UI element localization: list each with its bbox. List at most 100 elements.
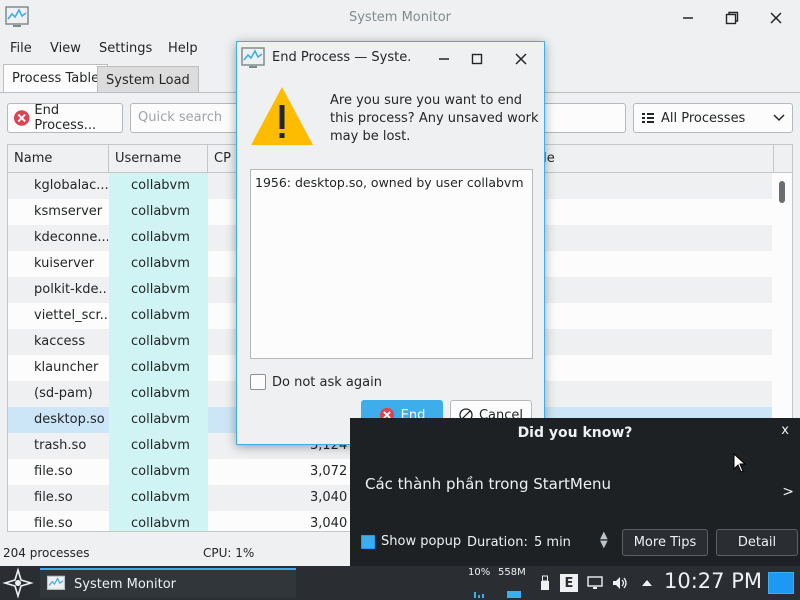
cell-process-name: file.so [34, 490, 73, 505]
end-process-button[interactable]: End Process... [7, 103, 123, 133]
tab-process-table[interactable]: Process Table [3, 64, 109, 92]
close-icon [515, 53, 527, 65]
cell-process-name: kdeconne... [34, 230, 108, 245]
application-launcher-icon[interactable] [2, 567, 34, 599]
tab-system-load[interactable]: System Load [97, 66, 199, 92]
cell-username: collabvm [109, 277, 208, 303]
warning-icon [251, 87, 313, 145]
system-monitor-app-icon [46, 575, 66, 590]
menu-help[interactable]: Help [168, 41, 198, 56]
network-icon[interactable] [586, 574, 604, 592]
clock[interactable]: 10:27 PM [664, 569, 762, 593]
end-process-label: End Process... [34, 103, 97, 133]
cell-username: collabvm [109, 225, 208, 251]
show-desktop-button[interactable] [768, 572, 794, 594]
column-header-name[interactable]: Name [8, 145, 109, 173]
cell-process-name: (sd-pam) [34, 386, 93, 401]
cell-username: collabvm [109, 199, 208, 225]
quick-search-input-end[interactable] [540, 103, 626, 133]
quick-search-input[interactable]: Quick search [130, 103, 240, 133]
cell-process-name: polkit-kde... [34, 282, 108, 297]
menu-settings[interactable]: Settings [99, 41, 152, 56]
cell-process-name: desktop.so [34, 412, 105, 427]
cell-username: collabvm [109, 433, 208, 459]
dialog-maximize-button[interactable] [464, 47, 490, 71]
dialog-minimize-button[interactable] [431, 47, 457, 71]
end-process-dialog: End Process — Syste... Are you sure you … [236, 41, 545, 445]
show-popup-checkbox[interactable]: Show popup [361, 534, 461, 549]
spin-down-icon[interactable]: ▼ [600, 540, 608, 550]
volume-icon[interactable] [611, 574, 629, 592]
dialog-titlebar[interactable]: End Process — Syste... [237, 42, 544, 74]
column-header-title[interactable]: tle [532, 145, 774, 173]
network-wired-icon [587, 576, 603, 589]
checkbox-box[interactable] [250, 374, 266, 390]
process-filter-value: All Processes [661, 110, 746, 126]
chevron-up-icon [642, 580, 652, 586]
cell-process-name: trash.so [34, 438, 87, 453]
close-window-button[interactable] [763, 6, 789, 30]
dialog-detail-text[interactable]: 1956: desktop.so, owned by user collabvm [250, 169, 533, 359]
cell-process-name: file.so [34, 516, 73, 531]
cpu-monitor-readout[interactable]: 10% [468, 567, 490, 578]
detail-button[interactable]: Detail [716, 529, 798, 556]
window-titlebar[interactable]: System Monitor [0, 0, 800, 36]
minimize-icon [439, 58, 449, 60]
tray-expand-icon[interactable] [638, 574, 656, 592]
cell-username: collabvm [109, 251, 208, 277]
usb-icon[interactable] [536, 574, 554, 592]
cell-process-name: viettel_scr... [34, 308, 108, 323]
keyboard-layout-indicator[interactable]: E [560, 574, 578, 592]
duration-value[interactable]: 5 min [534, 535, 571, 550]
task-label: System Monitor [74, 576, 177, 592]
cell-username: collabvm [109, 355, 208, 381]
cell-username: collabvm [109, 173, 208, 199]
restore-icon [725, 11, 739, 25]
cell-process-name: kaccess [34, 334, 86, 349]
list-filter-icon [642, 113, 654, 123]
chevron-down-icon [773, 114, 785, 122]
column-header-cpu[interactable]: CP [208, 145, 238, 173]
duration-spinner[interactable]: ▲ ▼ [600, 531, 608, 550]
cell-process-name: kglobalac... [34, 178, 108, 193]
stop-icon [13, 110, 30, 126]
dialog-message: Are you sure you want to end this proces… [330, 93, 539, 144]
minimize-icon [683, 17, 693, 19]
tip-text: Các thành phần trong StartMenu [365, 475, 612, 493]
show-popup-label: Show popup [381, 534, 462, 549]
task-system-monitor[interactable]: System Monitor [40, 568, 296, 598]
cell-username: collabvm [109, 407, 208, 433]
maximize-button[interactable] [719, 6, 745, 30]
process-filter-select[interactable]: All Processes [633, 103, 793, 133]
cell-memory: 3,040 [310, 516, 348, 531]
do-not-ask-label: Do not ask again [272, 374, 382, 390]
mouse-cursor-icon [733, 453, 747, 473]
more-tips-button[interactable]: More Tips [622, 529, 708, 556]
cell-username: collabvm [109, 329, 208, 355]
menu-view[interactable]: View [50, 41, 81, 56]
tip-close-button[interactable]: x [781, 423, 789, 438]
do-not-ask-checkbox[interactable]: Do not ask again [250, 374, 382, 390]
cpu-usage: CPU: 1% [203, 546, 255, 560]
did-you-know-popup: Did you know? x Các thành phần trong Sta… [350, 418, 800, 566]
memory-monitor-readout[interactable]: 558M [498, 567, 526, 578]
taskbar: System Monitor 10% 558M E 10:27 PM [0, 566, 800, 600]
speaker-icon [613, 577, 627, 589]
cell-process-name: kuiserver [34, 256, 95, 271]
dialog-title: End Process — Syste... [272, 50, 412, 65]
column-header-username[interactable]: Username [109, 145, 208, 173]
menu-file[interactable]: File [10, 41, 32, 56]
cell-username: collabvm [109, 485, 208, 511]
tip-next-button[interactable]: > [782, 484, 794, 500]
cell-process-name: file.so [34, 464, 73, 479]
cell-process-name: klauncher [34, 360, 99, 375]
cell-username: collabvm [109, 303, 208, 329]
show-popup-checkbox-box[interactable] [361, 534, 375, 549]
scrollbar-thumb[interactable] [779, 181, 785, 203]
maximize-icon [471, 53, 483, 65]
minimize-button[interactable] [675, 6, 701, 30]
cell-memory: 3,040 [310, 490, 348, 505]
dialog-close-button[interactable] [508, 47, 534, 71]
duration-label: Duration: [467, 535, 528, 550]
process-count: 204 processes [3, 546, 90, 560]
